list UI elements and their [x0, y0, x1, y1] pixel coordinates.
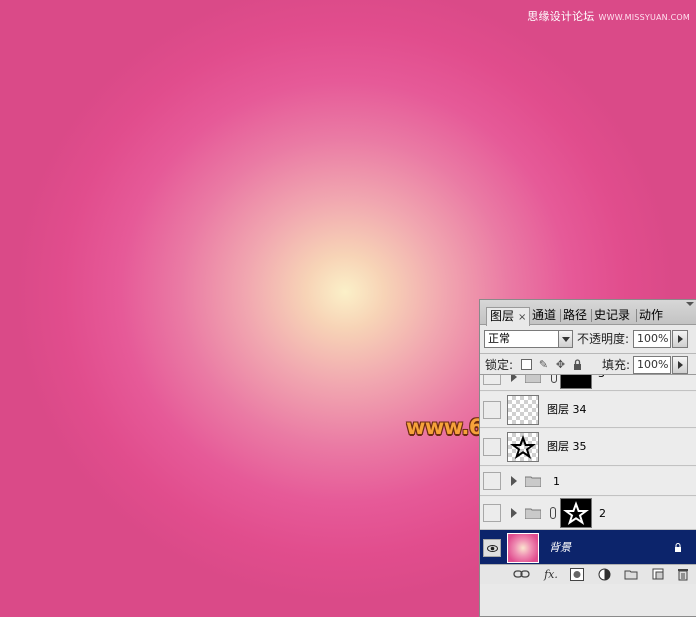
fill-arrow-icon[interactable]	[672, 356, 688, 374]
folder-icon	[525, 508, 541, 519]
link-chain-icon	[551, 375, 557, 383]
lock-transparent-icon[interactable]	[521, 359, 532, 370]
star-icon	[510, 435, 536, 459]
folder-icon	[525, 375, 541, 383]
blend-row: 正常 不透明度: 100%	[480, 327, 696, 351]
layer-row-35[interactable]: 图层 35	[480, 429, 696, 466]
layer-name: 背景	[549, 541, 571, 554]
fill-label: 填充:	[602, 358, 631, 372]
folder-icon	[525, 476, 541, 487]
mask-thumbnail	[560, 375, 592, 389]
layer-row-34[interactable]: 图层 34	[480, 392, 696, 428]
layer-name: 图层 35	[547, 440, 587, 453]
mask-icon[interactable]	[570, 568, 584, 581]
adjustment-icon[interactable]	[597, 568, 611, 581]
tab-channels[interactable]: 通道	[529, 307, 559, 325]
lock-all-icon[interactable]	[572, 359, 583, 370]
visibility-toggle[interactable]	[483, 375, 501, 385]
layer-row-group-1[interactable]: 1	[480, 467, 696, 496]
site-watermark: 思缘设计论坛 WWW.MISSYUAN.COM	[527, 8, 690, 24]
layer-row-group-3[interactable]: 3	[480, 375, 696, 391]
eye-icon	[487, 545, 498, 552]
close-icon[interactable]: ×	[518, 312, 526, 323]
visibility-toggle[interactable]	[483, 472, 501, 490]
layer-name: 图层 34	[547, 403, 587, 416]
fill-field[interactable]: 100%	[633, 356, 671, 374]
mask-thumbnail	[560, 498, 592, 528]
lock-row: 锁定: ✎ ✥ 填充: 100%	[480, 354, 696, 376]
layers-panel: 图层 × 通道 路径 史记录 动作 正常 不透明度: 100% 锁定: ✎ ✥ 填…	[479, 299, 696, 617]
watermark-text: 思缘设计论坛	[527, 10, 595, 23]
tab-layers[interactable]: 图层 ×	[486, 307, 531, 326]
lock-label: 锁定:	[485, 358, 514, 372]
expand-triangle-icon[interactable]	[511, 508, 517, 518]
opacity-field[interactable]: 100%	[633, 330, 671, 348]
link-icon[interactable]	[513, 568, 531, 581]
layer-name: 3	[598, 375, 605, 381]
panel-tab-bar: 图层 × 通道 路径 史记录 动作	[480, 300, 696, 326]
tab-channels-label: 通道	[532, 308, 557, 322]
lock-paint-icon[interactable]: ✎	[538, 359, 549, 370]
trash-icon[interactable]	[676, 568, 689, 581]
visibility-toggle[interactable]	[483, 504, 501, 522]
panel-bottom-bar: fx.	[480, 564, 696, 584]
visibility-toggle[interactable]	[483, 539, 501, 557]
layer-name: 2	[599, 507, 606, 520]
layer-name: 1	[553, 475, 560, 488]
tab-history-label: 史记录	[594, 308, 631, 322]
visibility-toggle[interactable]	[483, 438, 501, 456]
new-group-icon[interactable]	[624, 568, 638, 581]
layer-list: 3 图层 34 图层 35 1	[480, 374, 696, 564]
tab-paths-label: 路径	[563, 308, 588, 322]
tab-paths[interactable]: 路径	[560, 307, 590, 325]
layer-row-group-2[interactable]: 2	[480, 497, 696, 530]
link-chain-icon	[550, 507, 556, 519]
layer-thumbnail	[507, 533, 539, 563]
layer-thumbnail	[507, 395, 539, 425]
layer-thumbnail	[507, 432, 539, 462]
tab-actions[interactable]: 动作	[636, 307, 666, 325]
opacity-arrow-icon[interactable]	[672, 330, 688, 348]
blend-mode-select[interactable]: 正常	[484, 330, 573, 348]
tab-layers-label: 图层	[490, 309, 515, 323]
expand-triangle-icon[interactable]	[511, 375, 517, 382]
tab-actions-label: 动作	[639, 308, 664, 322]
watermark-domain: WWW.MISSYUAN.COM	[598, 13, 690, 22]
new-layer-icon[interactable]	[651, 568, 664, 581]
fx-icon[interactable]: fx.	[542, 568, 560, 581]
layer-row-background[interactable]: 背景	[480, 530, 696, 564]
lock-icon	[674, 543, 682, 552]
star-icon	[563, 501, 589, 525]
lock-move-icon[interactable]: ✥	[555, 359, 566, 370]
expand-triangle-icon[interactable]	[511, 476, 517, 486]
opacity-label: 不透明度:	[577, 332, 630, 346]
chevron-down-icon[interactable]	[558, 331, 572, 347]
visibility-toggle[interactable]	[483, 401, 501, 419]
blend-mode-value: 正常	[488, 332, 510, 345]
tab-history[interactable]: 史记录	[591, 307, 633, 325]
panel-menu-icon[interactable]	[686, 302, 694, 306]
